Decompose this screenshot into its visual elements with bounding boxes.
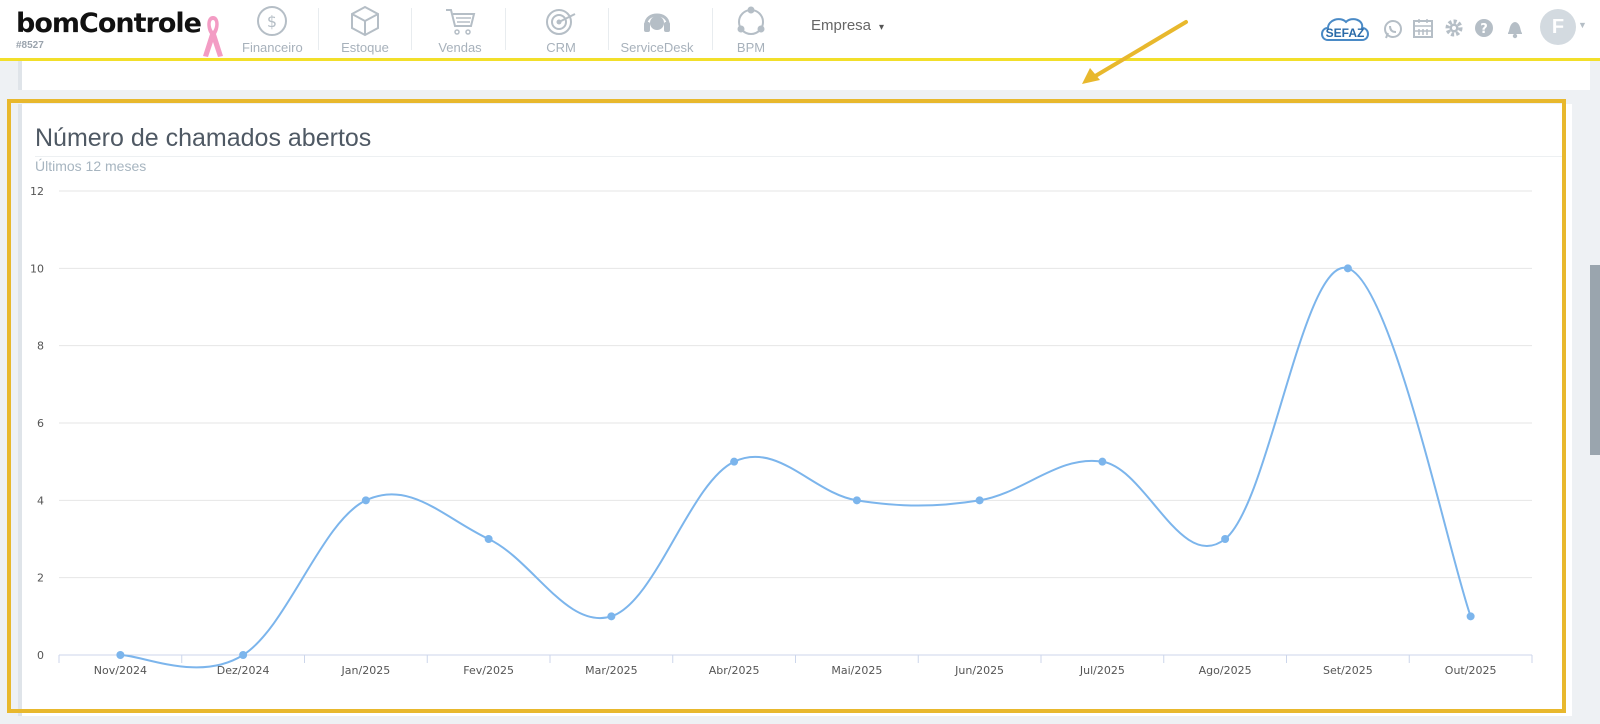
y-tick-label: 0 [37,649,44,662]
line-chart: 0 2 4 6 8 10 12 Nov/2024 Dez/2024 Jan/2025 Fev/202… [30,185,1533,677]
y-tick-label: 4 [37,494,44,507]
x-tick-label: Jul/2025 [1079,664,1125,677]
x-tick-label: Mai/2025 [831,664,882,677]
x-tick-label: Out/2025 [1445,664,1497,677]
y-tick-label: 10 [30,262,44,275]
x-tick-label: Set/2025 [1323,664,1373,677]
chart-grid [59,190,1532,579]
x-tick-label: Mar/2025 [585,664,637,677]
data-point [852,496,861,505]
y-tick-label: 2 [37,572,44,585]
data-point [1098,457,1107,466]
x-tick-label: Jan/2025 [341,664,391,677]
x-tick-label: Ago/2025 [1199,664,1252,677]
y-tick-label: 8 [37,340,44,353]
chart-series [116,264,1475,669]
data-point [1221,535,1230,543]
data-point [361,496,370,505]
x-tick-label: Dez/2024 [217,664,270,677]
chart-axes: 0 2 4 6 8 10 12 Nov/2024 Dez/2024 Jan/2025 Fev/202… [30,185,1533,677]
x-tick-label: Nov/2024 [94,664,147,677]
data-point [607,612,616,621]
data-point [730,457,739,466]
x-tick-label: Jun/2025 [954,664,1004,677]
x-tick-label: Abr/2025 [709,664,760,677]
data-point [239,651,248,659]
data-point [116,651,125,659]
data-point [1466,612,1475,621]
series-line [120,267,1472,669]
data-point [975,496,984,505]
data-point [484,535,493,543]
annotation-arrow-icon [1082,20,1188,84]
y-tick-label: 6 [37,417,44,430]
x-tick-label: Fev/2025 [463,664,514,677]
y-tick-label: 12 [30,185,44,198]
data-point [1343,264,1352,273]
